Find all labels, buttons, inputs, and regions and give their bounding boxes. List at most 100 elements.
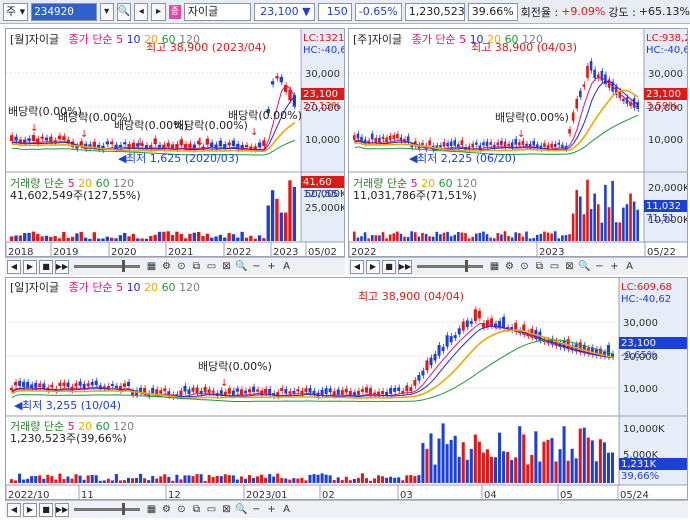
copy-icon[interactable]: ⧉ [190,260,203,273]
volume-bar [437,438,441,483]
candle-body [557,142,561,145]
window-icon[interactable]: ▭ [205,503,218,516]
window-icon[interactable]: ▭ [548,260,561,273]
plus-icon[interactable]: + [608,260,621,273]
settings-icon[interactable]: ⚙ [503,260,516,273]
volume-bar [574,458,578,483]
x-tick-label: 2023/01 [246,490,288,500]
prev-icon[interactable]: ▶ [23,502,37,517]
volume-bar [393,477,397,483]
end-icon[interactable]: ▶▶ [55,502,69,517]
cross-icon[interactable]: ⊠ [220,503,233,516]
volume-bar [611,180,614,241]
volume-bar [143,478,147,483]
volume-bar [534,431,538,483]
volume-bar [367,238,370,241]
plus-icon[interactable]: + [265,260,278,273]
text-icon[interactable]: A [623,260,636,273]
window-icon[interactable]: ▭ [205,260,218,273]
ma120-label: 120 [179,281,201,294]
first-icon[interactable]: ◀ [350,259,364,274]
copy-icon[interactable]: ⧉ [533,260,546,273]
volume-bar [191,476,195,483]
volume-bar [256,476,260,483]
end-icon[interactable]: ▶▶ [55,259,69,274]
volume-bar [586,179,589,241]
grid-icon[interactable]: ▦ [145,503,158,516]
text-icon[interactable]: A [280,503,293,516]
prev-stock-icon[interactable]: ◂ [134,2,149,21]
stop-icon[interactable]: ■ [39,502,53,517]
stop-icon[interactable]: ■ [39,259,53,274]
candle-body [604,74,607,85]
volume-bar [272,476,276,483]
candle-body [252,386,256,392]
volume-bar [201,236,205,241]
weekly-ma-label: 종가 단순 [411,33,456,46]
stop-icon[interactable]: ■ [382,259,396,274]
weekly-chart[interactable]: 30,00020,00010,00020,000K10,000KLC:938,2… [349,29,688,257]
zoom-slider[interactable] [74,503,140,515]
low-arrow-icon: ◀ [118,152,127,165]
candle-body [131,142,136,148]
volume-tag: 41,60 [303,177,332,188]
volume-bar [114,238,118,241]
stock-code-input[interactable]: 234920 [31,2,97,21]
text-icon[interactable]: A [280,260,293,273]
cross-icon[interactable]: ⊠ [220,260,233,273]
candle-body [243,390,247,394]
volume-bar [401,480,405,483]
volume-bar [235,479,239,483]
volume-bar [625,204,629,241]
zoom-icon[interactable]: 🔍 [578,260,591,273]
cursor-icon[interactable]: ⊙ [175,503,188,516]
prev-icon[interactable]: ▶ [23,259,37,274]
candle-body [157,144,162,148]
plus-icon[interactable]: + [265,503,278,516]
volume-ratio: 39.66% [467,2,518,21]
monthly-chart[interactable]: 30,00020,00010,00050,000K25,000KLC:1321H… [6,29,345,257]
zoom-icon[interactable]: 🔍 [235,503,248,516]
cross-icon[interactable]: ⊠ [563,260,576,273]
zoom-slider[interactable] [74,260,140,272]
settings-icon[interactable]: ⚙ [160,260,173,273]
candle-body [62,382,66,386]
volume-bar [22,479,26,483]
volume-bar [460,232,464,241]
zoom-icon[interactable]: 🔍 [235,260,248,273]
volume-bar [433,464,437,483]
end-icon[interactable]: ▶▶ [398,259,412,274]
dropdown-icon[interactable]: ▾ [99,2,114,21]
search-icon[interactable]: 🔍 [116,2,132,21]
market-select[interactable]: 주 ▾ [3,2,29,21]
minus-icon[interactable]: − [250,503,263,516]
next-stock-icon[interactable]: ▸ [151,2,166,21]
volume-bar [131,233,136,241]
weekly-chart-panel: 30,000 20,000 10,000 20,000K 10,000K LC:938,2… [348,28,688,257]
volume-bar [14,235,18,241]
grid-icon[interactable]: ▦ [145,260,158,273]
first-icon[interactable]: ◀ [7,259,21,274]
volume-bar [75,233,79,241]
volume-bar [469,448,473,483]
volume-bar [629,193,632,241]
volume-bar [336,477,340,483]
volume-bar [86,475,90,483]
minus-icon[interactable]: − [593,260,606,273]
grid-icon[interactable]: ▦ [488,260,501,273]
volume-bar [42,478,46,483]
settings-icon[interactable]: ⚙ [160,503,173,516]
zoom-slider[interactable] [417,260,483,272]
copy-icon[interactable]: ⧉ [190,503,203,516]
candle-body [460,140,464,145]
minus-icon[interactable]: − [250,260,263,273]
daily-chart[interactable]: 30,00020,00010,00010,000K5,000KLC:609,68… [6,278,688,500]
first-icon[interactable]: ◀ [7,502,21,517]
cursor-icon[interactable]: ⊙ [175,260,188,273]
volume-bar [510,237,514,241]
candle-body [187,389,191,395]
volume-bar [500,234,503,241]
candle-body [288,391,292,394]
cursor-icon[interactable]: ⊙ [518,260,531,273]
prev-icon[interactable]: ▶ [366,259,380,274]
